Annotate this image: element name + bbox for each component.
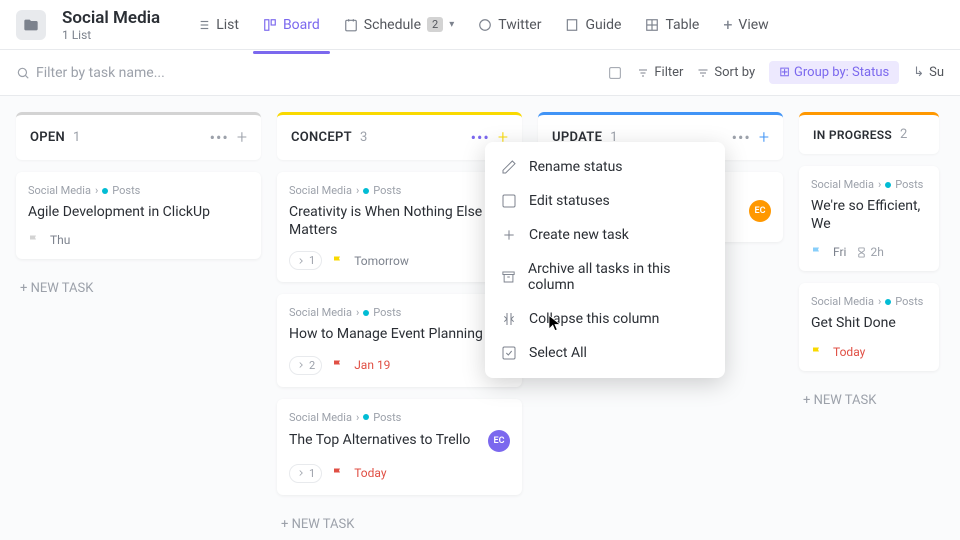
column-menu-update[interactable]: ••• xyxy=(732,128,751,147)
task-card[interactable]: Social Media›Posts Agile Development in … xyxy=(16,172,261,259)
filterbar: Filter by task name... Filter Sort by ⊞G… xyxy=(0,50,960,96)
task-card[interactable]: Social Media›Posts Get Shit Done Today xyxy=(799,283,939,370)
new-task-button[interactable]: + NEW TASK xyxy=(277,507,522,540)
space-title: Social Media xyxy=(62,8,160,28)
task-card[interactable]: Social Media›Posts The Top Alternatives … xyxy=(277,399,522,495)
avatar[interactable]: EC xyxy=(488,430,510,452)
flag-icon[interactable] xyxy=(332,467,344,479)
breadcrumb: Social Media›Posts xyxy=(28,184,249,197)
tab-board[interactable]: Board xyxy=(253,9,330,40)
column-progress: IN PROGRESS2 Social Media›Posts We're so… xyxy=(799,112,939,524)
tab-add-view[interactable]: +View xyxy=(713,9,778,40)
search-input[interactable]: Filter by task name... xyxy=(16,65,593,81)
topbar: Social Media 1 List List Board Schedule2… xyxy=(0,0,960,50)
tab-guide[interactable]: Guide xyxy=(555,9,631,40)
card-title: Agile Development in ClickUp xyxy=(28,203,249,221)
menu-select-all[interactable]: Select All xyxy=(485,336,725,370)
flag-icon[interactable] xyxy=(28,234,40,246)
column-menu-open[interactable]: ••• xyxy=(210,128,229,147)
folder-icon[interactable] xyxy=(16,10,46,40)
flag-icon[interactable] xyxy=(811,346,823,358)
cursor-icon xyxy=(546,314,564,332)
group-by-chip[interactable]: ⊞Group by: Status xyxy=(769,61,899,84)
title-block: Social Media 1 List xyxy=(62,8,160,42)
subtask-count[interactable]: 2 xyxy=(289,356,322,375)
column-context-menu: Rename status Edit statuses Create new t… xyxy=(485,142,725,378)
tab-table[interactable]: Table xyxy=(635,9,709,40)
filter-button[interactable]: Filter xyxy=(637,65,683,80)
flag-icon[interactable] xyxy=(811,246,823,258)
view-tabs: List Board Schedule2▾ Twitter Guide Tabl… xyxy=(186,9,778,40)
new-task-button[interactable]: + NEW TASK xyxy=(16,271,261,306)
menu-edit-statuses[interactable]: Edit statuses xyxy=(485,184,725,218)
tab-twitter[interactable]: Twitter xyxy=(468,9,551,40)
space-subtitle: 1 List xyxy=(62,28,160,42)
avatar[interactable]: EC xyxy=(749,200,771,222)
column-add-open[interactable]: + xyxy=(237,127,247,148)
task-card[interactable]: Social Media›Posts We're so Efficient, W… xyxy=(799,166,939,271)
menu-archive[interactable]: Archive all tasks in this column xyxy=(485,252,725,302)
board-area: OPEN1 •••+ Social Media›Posts Agile Deve… xyxy=(0,96,960,540)
flag-icon[interactable] xyxy=(332,359,344,371)
tab-schedule[interactable]: Schedule2▾ xyxy=(334,9,464,40)
menu-create-task[interactable]: Create new task xyxy=(485,218,725,252)
column-add-update[interactable]: + xyxy=(759,127,769,148)
sort-button[interactable]: Sort by xyxy=(697,65,755,80)
new-task-button[interactable]: + NEW TASK xyxy=(799,383,939,418)
menu-rename[interactable]: Rename status xyxy=(485,150,725,184)
template-icon[interactable] xyxy=(607,65,623,81)
subtask-count[interactable]: 1 xyxy=(289,251,322,270)
column-header-open: OPEN1 •••+ xyxy=(16,112,261,160)
tab-list[interactable]: List xyxy=(186,9,249,40)
subtask-count[interactable]: 1 xyxy=(289,464,322,483)
flag-icon[interactable] xyxy=(332,255,344,267)
menu-collapse[interactable]: Collapse this column xyxy=(485,302,725,336)
subtasks-button[interactable]: ↳Su xyxy=(913,65,944,80)
column-header-progress: IN PROGRESS2 xyxy=(799,112,939,154)
time-estimate: 2h xyxy=(856,245,883,259)
column-open: OPEN1 •••+ Social Media›Posts Agile Deve… xyxy=(16,112,261,524)
